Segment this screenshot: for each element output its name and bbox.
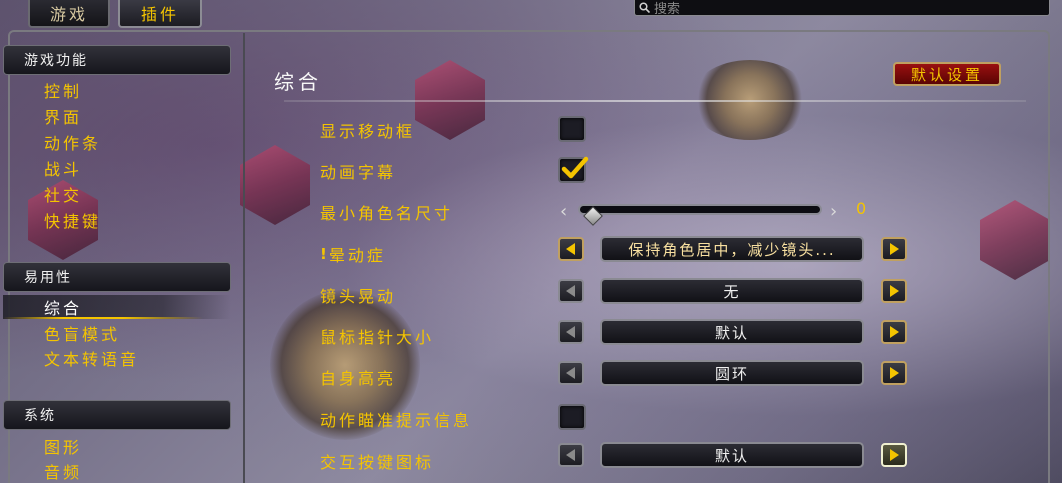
page-title: 综合 [274, 70, 322, 94]
chevron-left-icon[interactable]: ‹ [560, 201, 567, 222]
self-highlight-label: 自身高亮 [320, 369, 397, 388]
category-header-gameplay[interactable]: 游戏功能 [3, 45, 231, 75]
category-header-system[interactable]: 系统 [3, 400, 231, 430]
arrow-right-icon [890, 449, 899, 461]
camera-shake-dropdown[interactable]: 无 [600, 278, 864, 304]
sidebar-item-text-to-speech[interactable]: 文本转语音 [44, 346, 139, 370]
tab-game[interactable]: 游戏 [28, 0, 110, 28]
self-highlight-prev-button[interactable] [558, 361, 584, 385]
arrow-left-icon [566, 285, 575, 297]
cinematic-subtitles-label: 动画字幕 [320, 163, 397, 182]
search-input[interactable]: 搜索 [634, 0, 1050, 17]
sidebar-selection-highlight [3, 295, 231, 319]
chevron-right-icon[interactable]: › [830, 201, 837, 222]
search-icon [639, 2, 650, 13]
tab-addons[interactable]: 插件 [118, 0, 202, 28]
arrow-right-icon [890, 285, 899, 297]
interact-key-icons-label: 交互按键图标 [320, 453, 435, 472]
defaults-button[interactable]: 默认设置 [893, 62, 1001, 86]
slider-track[interactable] [578, 204, 822, 226]
sidebar-item-audio[interactable]: 音频 [44, 459, 82, 483]
show-move-pad-label: 显示移动框 [320, 122, 416, 141]
interact-key-icons-next-button[interactable] [881, 443, 907, 467]
motion-sickness-dropdown[interactable]: 保持角色居中，减少镜头... [600, 236, 864, 262]
camera-shake-prev-button[interactable] [558, 279, 584, 303]
warning-icon: ! [320, 245, 327, 263]
arrow-left-icon [566, 449, 575, 461]
sidebar-item-keybindings[interactable]: 快捷键 [44, 208, 101, 232]
cursor-size-next-button[interactable] [881, 320, 907, 344]
show-move-pad-checkbox[interactable] [558, 116, 586, 142]
title-divider [284, 100, 1026, 102]
search-placeholder: 搜索 [654, 2, 681, 17]
checkmark-icon [561, 156, 589, 179]
min-char-name-size-slider[interactable]: ‹ › 0 [560, 199, 866, 226]
camera-shake-next-button[interactable] [881, 279, 907, 303]
arrow-left-icon [566, 367, 575, 379]
action-targeting-tooltip-checkbox[interactable] [558, 404, 586, 430]
arrow-right-icon [890, 326, 899, 338]
sidebar-item-action-bars[interactable]: 动作条 [44, 130, 101, 154]
arrow-left-icon [566, 243, 575, 255]
cursor-size-label: 鼠标指针大小 [320, 328, 435, 347]
self-highlight-dropdown[interactable]: 圆环 [600, 360, 864, 386]
action-targeting-tooltip-label: 动作瞄准提示信息 [320, 411, 473, 430]
category-header-accessibility[interactable]: 易用性 [3, 262, 231, 292]
sidebar-item-combat[interactable]: 战斗 [44, 156, 82, 180]
interact-key-icons-prev-button[interactable] [558, 443, 584, 467]
cinematic-subtitles-checkbox[interactable] [558, 156, 589, 183]
arrow-left-icon [566, 326, 575, 338]
sidebar-item-colorblind-mode[interactable]: 色盲模式 [44, 321, 120, 345]
sidebar-item-interface[interactable]: 界面 [44, 104, 82, 128]
interact-key-icons-dropdown[interactable]: 默认 [600, 442, 864, 468]
sidebar-item-general[interactable]: 综合 [44, 295, 82, 319]
cursor-size-dropdown[interactable]: 默认 [600, 319, 864, 345]
self-highlight-next-button[interactable] [881, 361, 907, 385]
motion-sickness-prev-button[interactable] [558, 237, 584, 261]
min-char-name-size-label: 最小角色名尺寸 [320, 204, 454, 223]
motion-sickness-text: 晕动症 [328, 246, 386, 265]
arrow-right-icon [890, 243, 899, 255]
camera-shake-label: 镜头晃动 [320, 287, 397, 306]
motion-sickness-label: ! 晕动症 [320, 242, 386, 266]
sidebar-item-social[interactable]: 社交 [44, 182, 82, 206]
cursor-size-prev-button[interactable] [558, 320, 584, 344]
motion-sickness-next-button[interactable] [881, 237, 907, 261]
slider-value: 0 [856, 199, 867, 218]
sidebar-item-graphics[interactable]: 图形 [44, 434, 82, 458]
sidebar-item-controls[interactable]: 控制 [44, 78, 82, 102]
arrow-right-icon [890, 367, 899, 379]
